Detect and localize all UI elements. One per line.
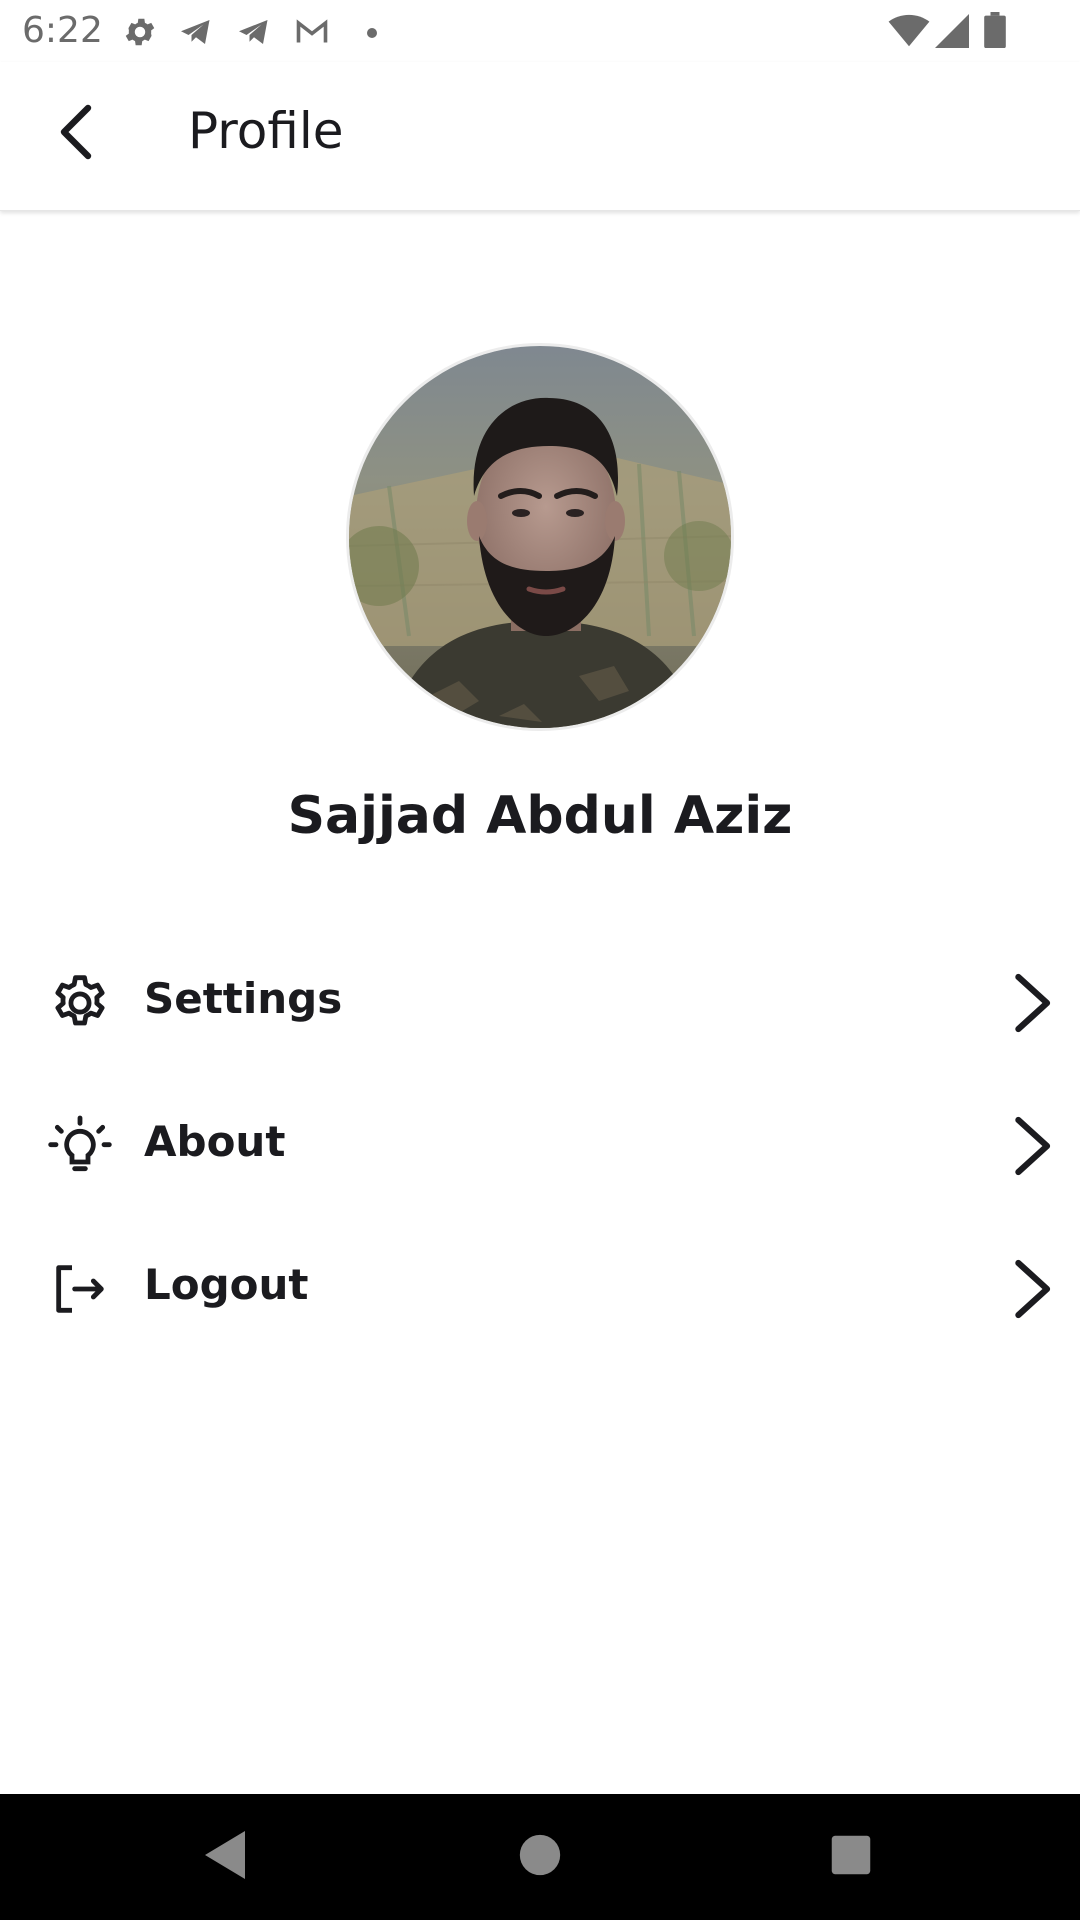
status-time: 6:22 xyxy=(22,10,103,51)
page-title: Profile xyxy=(188,102,344,160)
nav-home-button[interactable] xyxy=(507,1824,573,1890)
menu-item-settings[interactable]: Settings xyxy=(0,936,1080,1066)
chevron-right-icon xyxy=(1008,1114,1060,1178)
telegram-icon xyxy=(234,14,274,54)
menu-item-about[interactable]: About xyxy=(0,1079,1080,1209)
avatar[interactable] xyxy=(346,343,734,731)
arrow-back-icon xyxy=(56,104,96,164)
recents-square-icon xyxy=(830,1834,872,1880)
settings-icon xyxy=(122,14,158,54)
profile-name: Sajjad Abdul Aziz xyxy=(287,786,793,846)
chevron-right-icon xyxy=(1008,971,1060,1035)
system-nav-bar xyxy=(0,1794,1080,1920)
avatar-image xyxy=(349,346,731,728)
home-circle-icon xyxy=(518,1833,562,1881)
nav-recents-button[interactable] xyxy=(818,1824,884,1890)
menu-label-about: About xyxy=(144,1117,286,1166)
menu-label-logout: Logout xyxy=(144,1260,309,1309)
app-bar: Profile xyxy=(0,62,1080,211)
wifi-icon xyxy=(888,14,930,52)
status-bar: 6:22 xyxy=(0,0,1080,62)
signal-icon xyxy=(934,14,970,52)
logout-icon xyxy=(48,1257,112,1321)
back-triangle-icon xyxy=(201,1829,249,1885)
menu-item-logout[interactable]: Logout xyxy=(0,1222,1080,1352)
telegram-icon xyxy=(176,14,216,54)
lightbulb-icon xyxy=(48,1114,112,1178)
profile-screen: 6:22 Profile Sajjad Abdul Aziz Settings … xyxy=(0,0,1080,1920)
dot-icon xyxy=(366,24,378,43)
nav-back-button[interactable] xyxy=(192,1824,258,1890)
battery-icon xyxy=(984,12,1006,52)
menu-label-settings: Settings xyxy=(144,974,343,1023)
gear-icon xyxy=(48,971,112,1035)
back-button[interactable] xyxy=(40,98,112,170)
gmail-icon xyxy=(292,14,332,54)
chevron-right-icon xyxy=(1008,1257,1060,1321)
